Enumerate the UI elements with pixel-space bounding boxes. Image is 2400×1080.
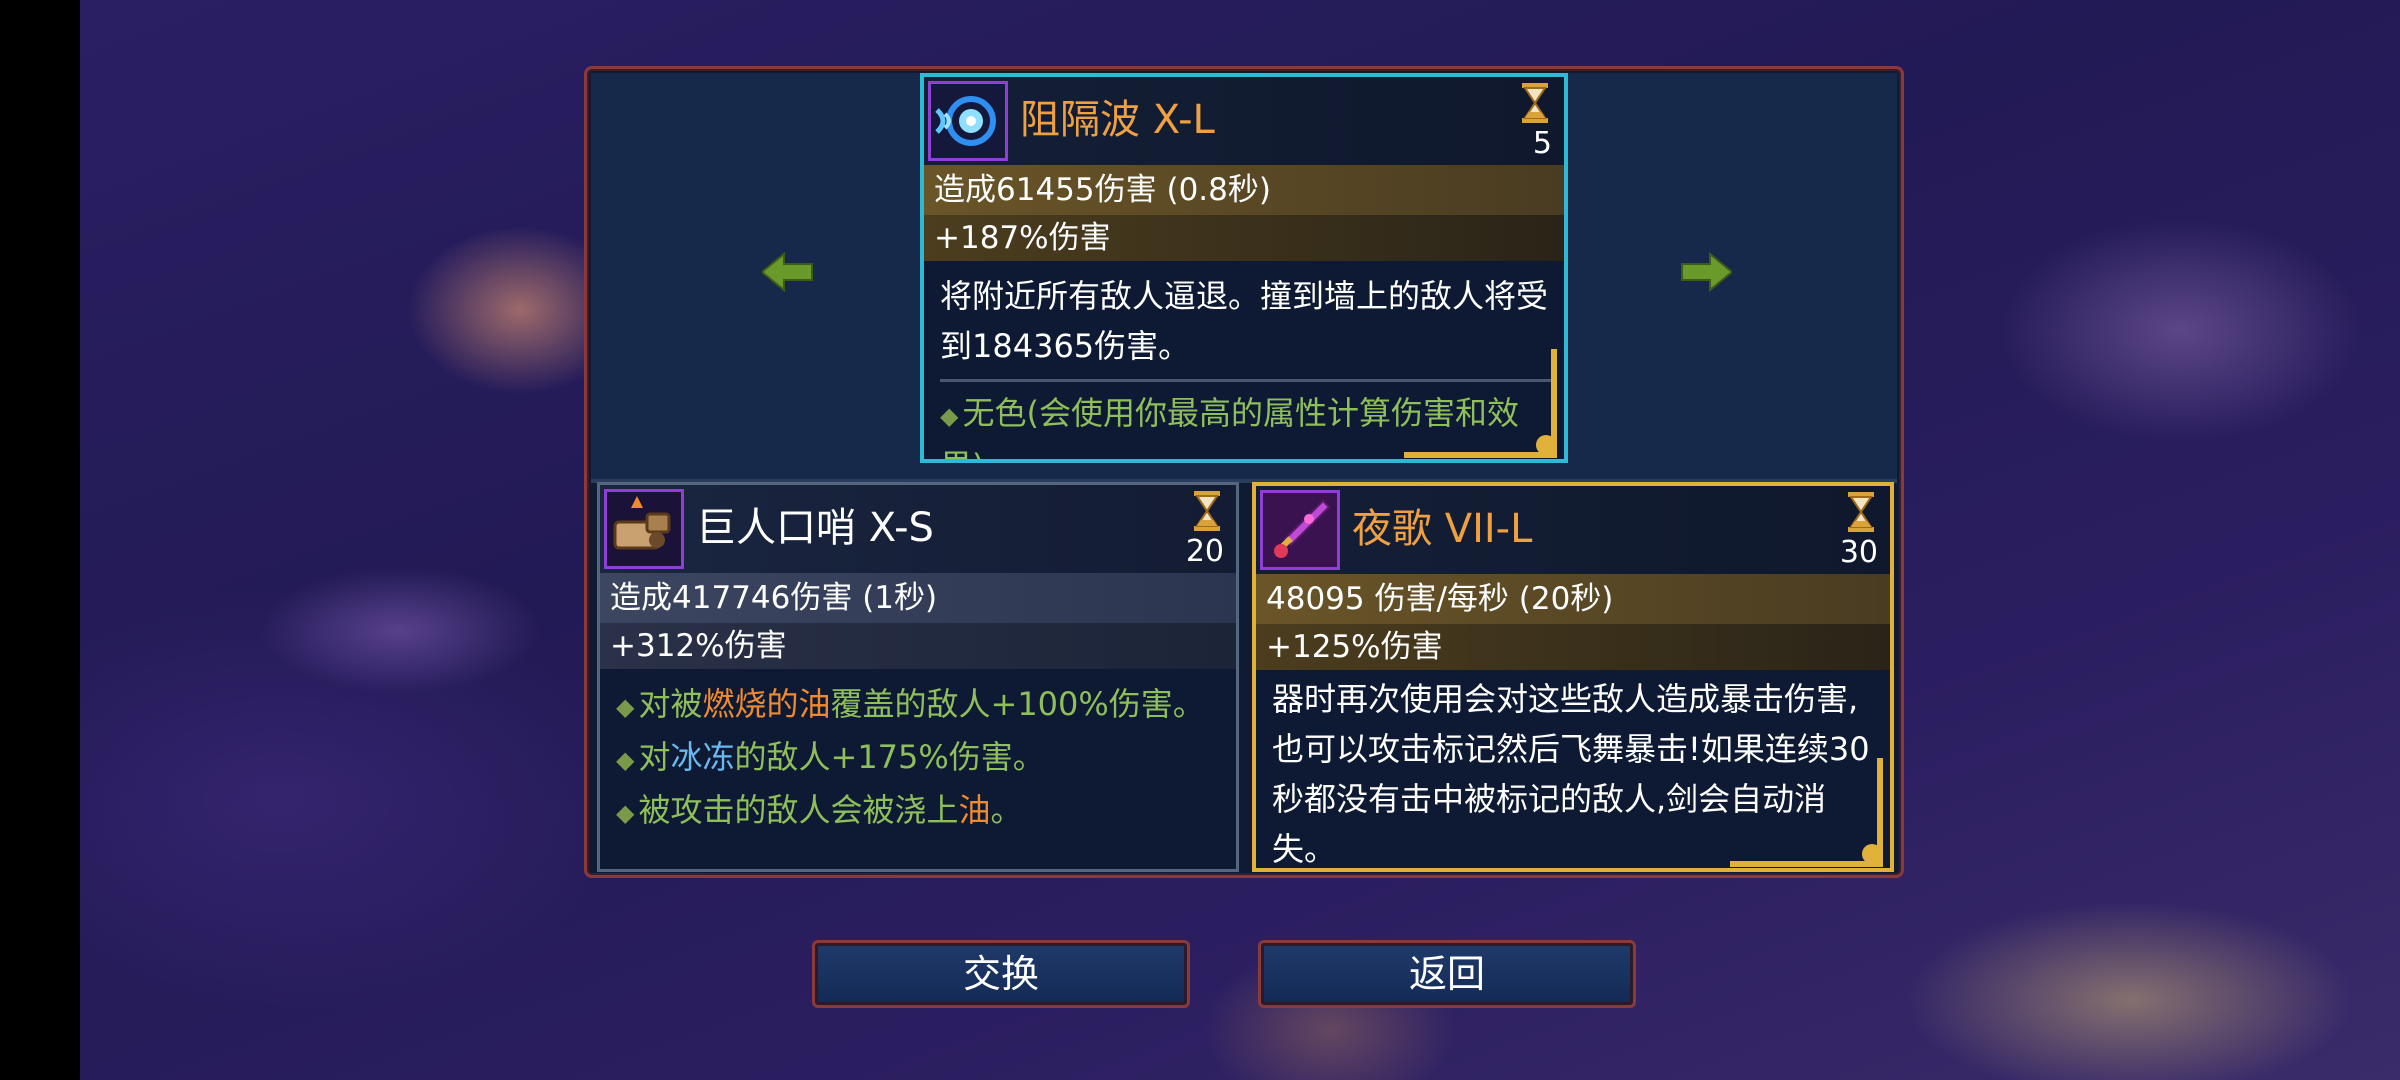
- effect-line: ◆无色(会使用你最高的属性计算伤害和效果): [924, 388, 1564, 459]
- damage-stat: 48095 伤害/每秒 (20秒): [1256, 574, 1890, 624]
- skill-title: 阻隔波 X-L: [1020, 97, 1215, 143]
- previous-arrow-icon[interactable]: [760, 251, 814, 293]
- skill-card-current[interactable]: 阻隔波 X-L 5 造成61455伤害 (0.8秒) +187%伤害 将附近所有…: [920, 73, 1568, 463]
- cooldown-value: 30: [1839, 535, 1878, 570]
- effect-text: 对被: [638, 685, 703, 723]
- diamond-bullet-icon: ◆: [940, 402, 959, 430]
- effect-text: 覆盖的敌人+100%伤害。: [830, 685, 1205, 723]
- giant-whistle-icon: [604, 489, 684, 569]
- effect-text: 的敌人+175%伤害。: [734, 738, 1045, 776]
- diamond-bullet-icon: ◆: [616, 746, 635, 774]
- screen-edge-bar: [0, 0, 80, 1080]
- damage-bonus: +312%伤害: [600, 623, 1236, 669]
- card-header: 夜歌 VII-L 30: [1256, 486, 1890, 574]
- effect-line: ◆ 对冰冻的敌人+175%伤害。: [600, 732, 1236, 785]
- card-header: 巨人口哨 X-S 20: [600, 485, 1236, 573]
- skill-card-slot-1[interactable]: 巨人口哨 X-S 20 造成417746伤害 (1秒) +312%伤害 ◆ 对被燃…: [597, 482, 1239, 872]
- nightsong-sword-icon: [1260, 490, 1340, 570]
- damage-stat: 造成417746伤害 (1秒): [600, 573, 1236, 623]
- hourglass-icon: [1194, 491, 1220, 531]
- card-header: 阻隔波 X-L 5: [924, 77, 1564, 165]
- oil-keyword: 油: [958, 791, 991, 829]
- cooldown-value: 5: [1532, 126, 1552, 161]
- back-button[interactable]: 返回: [1258, 940, 1636, 1008]
- effect-text: 被攻击的敌人会被浇上: [638, 791, 959, 829]
- damage-bonus: +187%伤害: [924, 215, 1564, 261]
- effect-line: ◆ 被攻击的敌人会被浇上油。: [600, 785, 1236, 838]
- wave-blast-icon: [928, 81, 1008, 161]
- hourglass-icon: [1848, 492, 1874, 532]
- cooldown-value: 20: [1185, 534, 1224, 569]
- effect-line: ◆ 对被燃烧的油覆盖的敌人+100%伤害。: [600, 669, 1236, 732]
- skill-title: 夜歌 VII-L: [1352, 506, 1533, 552]
- skill-title: 巨人口哨 X-S: [696, 505, 934, 551]
- diamond-bullet-icon: ◆: [616, 799, 635, 827]
- skill-description: 将附近所有敌人逼退。撞到墙上的敌人将受到184365伤害。: [940, 277, 1549, 365]
- effect-text: 。: [990, 791, 1023, 829]
- next-arrow-icon[interactable]: [1680, 251, 1734, 293]
- skill-card-slot-2[interactable]: 夜歌 VII-L 30 48095 伤害/每秒 (20秒) +125%伤害 器时…: [1252, 482, 1894, 872]
- diamond-bullet-icon: ◆: [616, 693, 635, 721]
- damage-bonus: +125%伤害: [1256, 624, 1890, 670]
- divider: [940, 379, 1552, 382]
- hourglass-icon: [1522, 83, 1548, 123]
- swap-button[interactable]: 交换: [812, 940, 1190, 1008]
- effect-text: 对: [638, 738, 671, 776]
- effect-text: 无色(会使用你最高的属性计算伤害和效果): [940, 394, 1519, 459]
- skill-description: 器时再次使用会对这些敌人造成暴击伤害,也可以攻击标记然后飞舞暴击!如果连续30秒…: [1272, 680, 1870, 868]
- frozen-keyword: 冰冻: [670, 738, 735, 776]
- damage-stat: 造成61455伤害 (0.8秒): [924, 165, 1564, 215]
- burning-oil-keyword: 燃烧的油: [702, 685, 831, 723]
